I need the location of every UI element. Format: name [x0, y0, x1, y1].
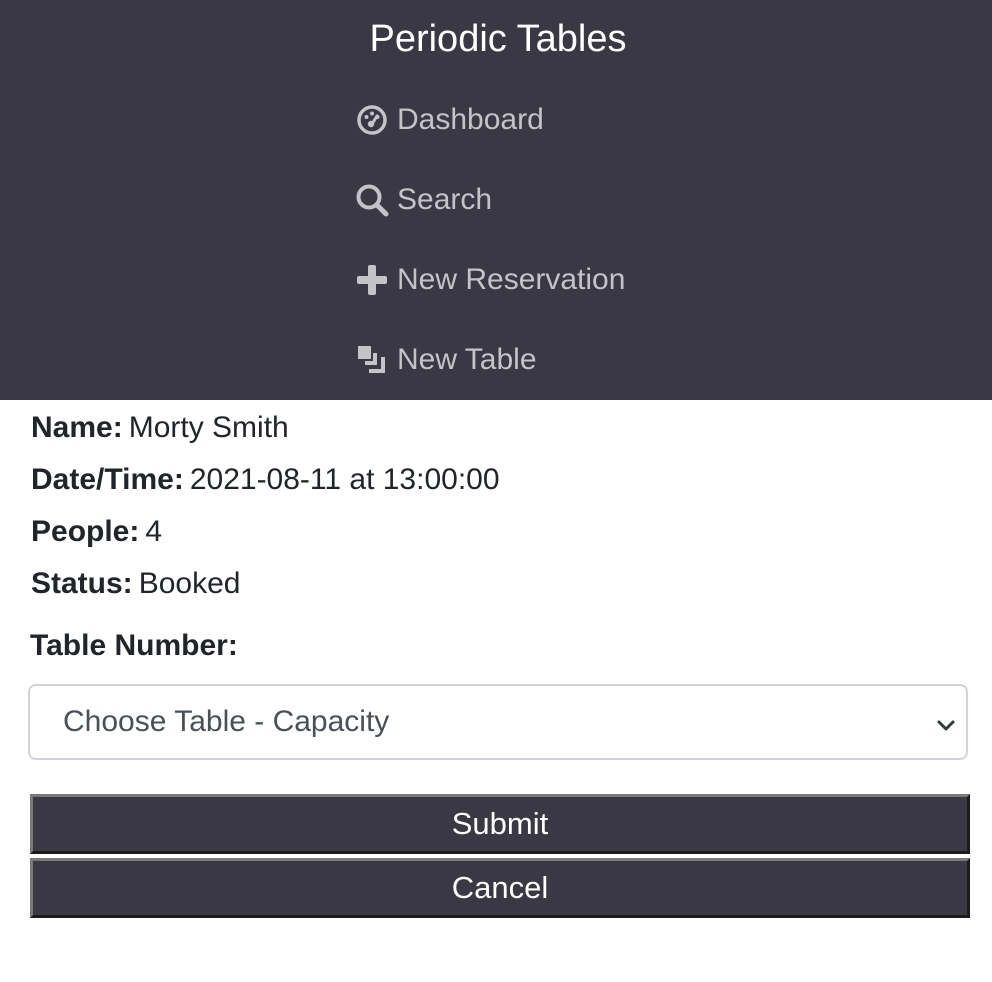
nav-item-new-reservation[interactable]: New Reservation — [355, 260, 625, 300]
datetime-value: 2021-08-11 at 13:00:00 — [189, 463, 500, 496]
plus-icon — [355, 263, 389, 297]
top-navigation: Periodic Tables Dashboard Search New Res… — [0, 0, 992, 400]
cancel-button[interactable]: Cancel — [30, 858, 970, 918]
nav-item-label: Search — [397, 183, 493, 216]
detail-status: Status: Booked — [31, 562, 500, 614]
nav-item-new-table[interactable]: New Table — [355, 340, 537, 380]
name-label: Name: — [31, 411, 123, 444]
table-number-label: Table Number: — [30, 629, 238, 662]
datetime-label: Date/Time: — [31, 463, 184, 496]
people-label: People: — [31, 515, 140, 548]
nav-item-label: New Table — [397, 343, 537, 376]
chevron-down-icon — [934, 712, 958, 736]
table-select[interactable]: Choose Table - Capacity — [28, 684, 968, 760]
search-icon — [355, 183, 389, 217]
table-select-value: Choose Table - Capacity — [63, 705, 390, 738]
nav-item-dashboard[interactable]: Dashboard — [355, 100, 544, 140]
nav-item-label: Dashboard — [397, 103, 544, 136]
status-value: Booked — [138, 567, 241, 600]
layers-icon — [355, 343, 389, 377]
dashboard-icon — [355, 103, 389, 137]
nav-item-search[interactable]: Search — [355, 180, 492, 220]
name-value: Morty Smith — [128, 411, 289, 444]
reservation-details: Name: Morty Smith Date/Time: 2021-08-11 … — [31, 406, 500, 614]
app-title[interactable]: Periodic Tables — [0, 14, 992, 64]
submit-button[interactable]: Submit — [30, 794, 970, 854]
detail-people: People: 4 — [31, 510, 500, 562]
people-value: 4 — [145, 515, 163, 548]
detail-datetime: Date/Time: 2021-08-11 at 13:00:00 — [31, 458, 500, 510]
nav-item-label: New Reservation — [397, 263, 626, 296]
detail-name: Name: Morty Smith — [31, 406, 500, 458]
status-label: Status: — [31, 567, 133, 600]
